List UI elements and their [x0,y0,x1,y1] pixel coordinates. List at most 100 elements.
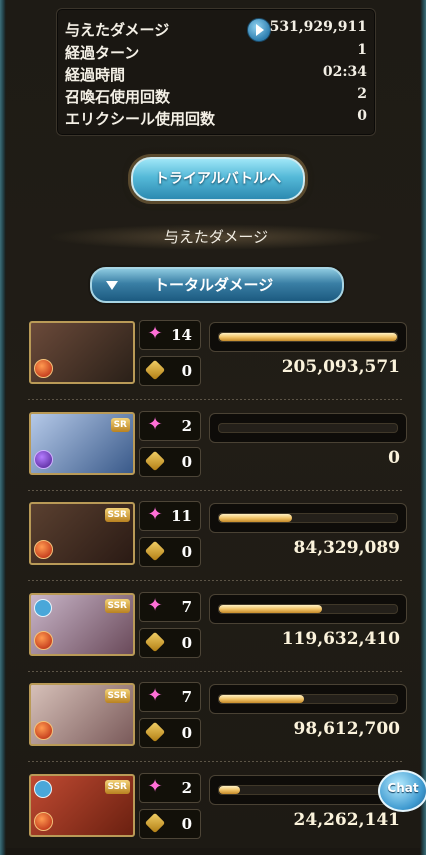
hit-count-chip: ✦ 14 [139,320,201,350]
damage-value: 0 [388,447,400,468]
stat-row-elixirs: エリクシール使用回数 0 [65,108,367,129]
stat-label: エリクシール使用回数 [65,110,216,128]
character-row: SR ✦ 2 0 0 [28,409,408,491]
damage-value: 119,632,410 [281,628,400,649]
damage-type-dropdown[interactable]: トータルダメージ [90,267,344,303]
damage-bar-track [218,513,398,523]
damage-bar-fill [219,604,322,613]
fire-element-icon [34,359,53,378]
section-title: 与えたダメージ [46,224,386,250]
crossed-swords-icon [144,631,166,652]
damage-bar [209,684,407,714]
stat-label: 経過ターン [65,44,140,62]
hit-count: 7 [181,597,192,616]
cross-count: 0 [181,633,192,652]
rarity-badge: SSR [104,598,130,613]
hit-count: 2 [181,416,192,435]
character-row: SSR ✦ 11 0 84,329,089 [28,499,408,581]
rarity-badge: SSR [104,779,130,794]
character-portrait[interactable]: SSR [29,773,135,837]
character-portrait[interactable]: SR [29,411,135,475]
stat-row-turns: 経過ターン 1 [65,42,367,63]
stat-value: 0 [357,108,367,124]
cross-count: 0 [181,362,192,380]
sparkle-icon: ✦ [147,685,163,706]
chat-label: Chat [387,781,419,795]
hit-count: 11 [171,507,192,525]
cross-count: 0 [181,452,192,471]
battle-stats-box: 与えたダメージ 531,929,911 経過ターン 1 経過時間 02:34 召… [56,8,376,136]
fire-element-icon [34,540,53,559]
damage-value: 98,612,700 [293,719,400,739]
cross-count-chip: 0 [139,537,201,567]
damage-bar-fill [219,514,292,522]
sparkle-icon: ✦ [147,323,163,344]
character-row: SSR ✦ 2 0 24,262,141 [28,771,408,843]
rarity-badge: SSR [104,508,130,522]
row-divider [28,670,404,672]
character-portrait[interactable]: SSR [29,502,135,565]
dark-element-icon [34,449,53,469]
character-portrait[interactable]: SSR [29,683,135,746]
hit-count: 14 [171,326,192,344]
crossed-swords-icon [144,359,166,381]
cross-count-chip: 0 [139,808,201,839]
damage-bar-track [218,422,398,433]
damage-bar [209,412,407,443]
damage-bar-track [218,784,398,795]
damage-bar-fill [219,695,304,703]
sparkle-icon: ✦ [147,504,163,525]
character-portrait[interactable] [29,321,135,384]
character-row: ✦ 14 0 205,093,571 [28,318,408,400]
character-portrait[interactable]: SSR [29,592,135,656]
damage-value: 205,093,571 [281,357,400,377]
crossed-swords-icon [144,812,166,833]
damage-value: 84,329,089 [293,538,400,558]
chat-button[interactable]: Chat [378,770,426,812]
stat-row-damage: 与えたダメージ 531,929,911 [65,18,367,42]
status-ring-icon [34,598,52,617]
crossed-swords-icon [144,721,166,743]
cross-count-chip: 0 [139,356,201,386]
stat-label: 召喚石使用回数 [65,88,171,106]
damage-bar [209,503,407,533]
trial-battle-button[interactable]: トライアルバトルへ [131,157,305,201]
crossed-swords-icon [144,540,166,562]
damage-bar-track [218,603,398,614]
rarity-badge: SR [110,417,130,432]
cross-count-chip: 0 [139,446,201,477]
character-row: SSR ✦ 7 0 98,612,700 [28,680,408,762]
sparkle-icon: ✦ [147,775,163,797]
rarity-badge: SSR [104,689,130,703]
cross-count-chip: 0 [139,718,201,748]
damage-bar-fill [219,785,240,794]
stat-label: 経過時間 [65,66,126,84]
hit-count-chip: ✦ 2 [139,410,201,441]
stat-label: 与えたダメージ [65,21,170,39]
row-divider [28,580,404,581]
play-icon[interactable] [247,18,271,42]
hit-count-chip: ✦ 7 [139,591,201,622]
stat-row-time: 経過時間 02:34 [65,64,367,85]
damage-bar-track [218,694,398,704]
cross-count: 0 [181,814,192,833]
hit-count-chip: ✦ 2 [139,772,201,803]
stat-value: 2 [357,86,367,102]
row-divider [28,761,404,762]
row-divider [28,399,404,400]
stat-value: 02:34 [322,64,367,80]
dropdown-arrow-icon [106,281,118,290]
hit-count-chip: ✦ 11 [139,501,201,531]
damage-bar-fill [219,333,397,341]
row-divider [28,489,404,491]
hit-count: 2 [181,778,192,797]
fire-element-icon [34,811,53,831]
damage-value: 24,262,141 [293,809,400,830]
stat-value: 531,929,911 [269,19,367,35]
dropdown-selected-label: トータルダメージ [154,276,274,294]
stat-row-summons: 召喚石使用回数 2 [65,86,367,107]
damage-bar [209,322,407,352]
cross-count-chip: 0 [139,627,201,658]
damage-bar [209,593,407,624]
status-ring-icon [34,779,52,798]
